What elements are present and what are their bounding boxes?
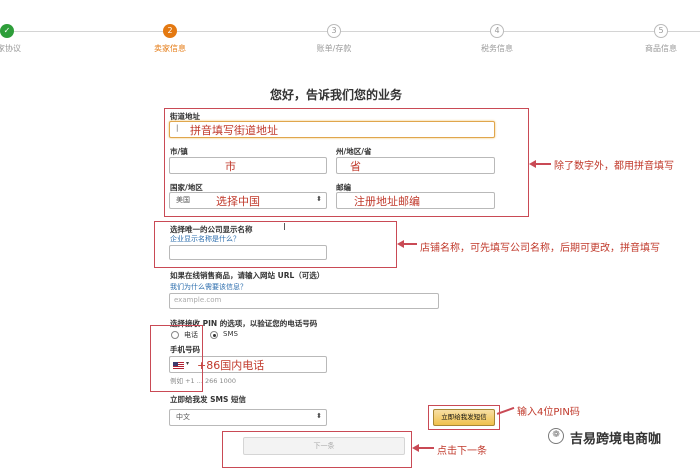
language-select[interactable]: 中文 ⬍ [169, 409, 327, 426]
pin-note: 输入4位PIN码 [517, 407, 580, 418]
address-note: 除了数字外，都用拼音填写 [554, 161, 674, 172]
phone-highlight-box [150, 325, 203, 392]
next-highlight-box [222, 431, 412, 468]
step-3-indicator: 3 [327, 24, 341, 38]
pin-highlight-box [428, 405, 500, 430]
watermark-text: 吉易跨境电商咖 [570, 432, 662, 447]
page-title: 您好，告诉我们您的业务 [270, 88, 403, 102]
url-placeholder: example.com [174, 296, 222, 304]
phone-overlay: +86国内电话 [197, 359, 265, 372]
url-help-link[interactable]: 我们为什么需要该信息？ [170, 282, 247, 292]
language-value: 中文 [176, 413, 190, 421]
step-5-label: 商品信息 [645, 44, 677, 53]
step-3-label: 账单/存款 [316, 44, 352, 53]
address-highlight-box [164, 108, 529, 217]
store-note: 店铺名称，可先填写公司名称，后期可更改，拼音填写 [420, 243, 660, 254]
url-label: 如果在线销售商品，请输入网站 URL（可选） [170, 271, 325, 280]
step-2-indicator: 2 [163, 24, 177, 38]
step-4-label: 税务信息 [481, 44, 513, 53]
address-arrow-line [535, 163, 551, 165]
step-2-label: 卖家信息 [154, 44, 186, 53]
radio-sms-label: SMS [223, 330, 238, 338]
wechat-icon: ❁ [548, 428, 564, 444]
progress-line [0, 31, 700, 32]
step-4-indicator: 4 [490, 24, 504, 38]
url-input[interactable]: example.com [169, 293, 439, 309]
sms-label: 立即给我发 SMS 短信 [170, 395, 246, 404]
step-5-indicator: 5 [654, 24, 668, 38]
chevron-down-icon: ⬍ [316, 412, 322, 420]
next-arrow-line [418, 447, 434, 449]
store-arrow-line [403, 243, 417, 245]
next-note: 点击下一条 [437, 446, 487, 457]
radio-sms[interactable] [210, 331, 218, 339]
store-highlight-box [154, 221, 397, 268]
step-1-label: 家协议 [0, 44, 21, 53]
step-1-check-icon: ✓ [0, 24, 14, 38]
